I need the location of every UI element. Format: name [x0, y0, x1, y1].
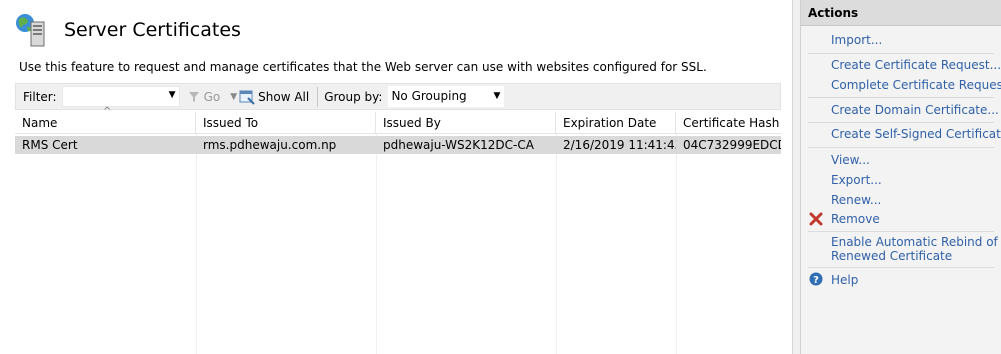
group-by-label: Group by: — [324, 89, 383, 104]
show-all-icon — [239, 90, 255, 105]
rebind-line-1: Enable Automatic Rebind of — [831, 235, 998, 249]
help-link[interactable]: Help — [831, 273, 858, 287]
svg-text:?: ? — [813, 275, 819, 286]
actions-divider — [808, 147, 994, 148]
actions-title: Actions — [801, 0, 1001, 26]
filter-input[interactable]: ▼ — [61, 86, 180, 107]
remove-link[interactable]: Remove — [831, 212, 880, 226]
help-icon[interactable]: ? — [809, 272, 823, 286]
show-all-label: Show All — [258, 89, 310, 104]
funnel-icon — [188, 91, 199, 102]
actions-divider — [808, 53, 994, 54]
import-link[interactable]: Import... — [831, 33, 882, 47]
group-by-value: No Grouping — [391, 89, 467, 103]
cell-issued-by: pdhewaju-WS2K12DC-CA — [383, 138, 534, 152]
filter-label: Filter: — [23, 89, 57, 104]
column-header-certificate-hash[interactable]: Certificate Hash — [676, 112, 781, 134]
group-by-select[interactable]: No Grouping ▼ — [388, 86, 505, 107]
view-link[interactable]: View... — [831, 153, 870, 167]
chevron-down-icon: ▼ — [493, 91, 501, 101]
main-panel: Server Certificates Use this feature to … — [0, 0, 792, 354]
column-header-expiration-date[interactable]: Expiration Date — [556, 112, 676, 134]
renew-link[interactable]: Renew... — [831, 193, 881, 207]
export-link[interactable]: Export... — [831, 173, 882, 187]
cell-certificate-hash: 04C732999EDCD17 — [683, 138, 781, 152]
sort-ascending-icon: ^ — [103, 106, 112, 117]
chevron-down-icon[interactable]: ▼ — [169, 90, 176, 100]
table-header: Name ^ Issued To Issued By Expiration Da… — [15, 106, 781, 134]
go-label: Go — [203, 89, 221, 104]
actions-divider — [808, 231, 994, 232]
cell-expiration-date: 2/16/2019 11:41:43... — [563, 138, 676, 152]
pane-splitter[interactable] — [792, 0, 800, 354]
show-all-button[interactable]: Show All — [239, 89, 309, 105]
create-domain-certificate-link[interactable]: Create Domain Certificate... — [831, 103, 999, 117]
go-button[interactable]: Go — [188, 89, 221, 104]
column-divider — [676, 134, 677, 354]
actions-pane: Actions Import... Create Certificate Req… — [800, 0, 1001, 354]
create-certificate-request-link[interactable]: Create Certificate Request... — [831, 58, 1001, 72]
create-self-signed-certificate-link[interactable]: Create Self-Signed Certificate... — [831, 127, 1001, 141]
column-divider — [196, 134, 197, 354]
enable-automatic-rebind-link[interactable]: Enable Automatic Rebind of Renewed Certi… — [831, 235, 998, 263]
table-row[interactable]: RMS Cert rms.pdhewaju.com.np pdhewaju-WS… — [15, 136, 781, 154]
rebind-line-2: Renewed Certificate — [831, 249, 953, 263]
remove-icon[interactable] — [809, 212, 823, 226]
column-divider — [376, 134, 377, 354]
filter-toolbar: Filter: ▼ Go ▼ Show All Group by: No Gro… — [15, 83, 781, 110]
toolbar-separator — [317, 86, 319, 107]
page-header: Server Certificates — [14, 12, 241, 48]
actions-divider — [808, 267, 994, 268]
certificates-table: Name ^ Issued To Issued By Expiration Da… — [15, 106, 781, 354]
complete-certificate-request-link[interactable]: Complete Certificate Request... — [831, 78, 1001, 92]
go-dropdown-icon[interactable]: ▼ — [230, 92, 237, 102]
actions-divider — [808, 97, 994, 98]
page-title: Server Certificates — [64, 19, 241, 41]
cell-name: RMS Cert — [22, 138, 78, 152]
column-header-issued-by[interactable]: Issued By — [376, 112, 556, 134]
server-certificates-icon — [16, 14, 45, 47]
column-header-issued-to[interactable]: Issued To — [196, 112, 376, 134]
cell-issued-to: rms.pdhewaju.com.np — [203, 138, 337, 152]
actions-divider — [808, 122, 994, 123]
page-description: Use this feature to request and manage c… — [19, 60, 707, 74]
column-divider — [556, 134, 557, 354]
